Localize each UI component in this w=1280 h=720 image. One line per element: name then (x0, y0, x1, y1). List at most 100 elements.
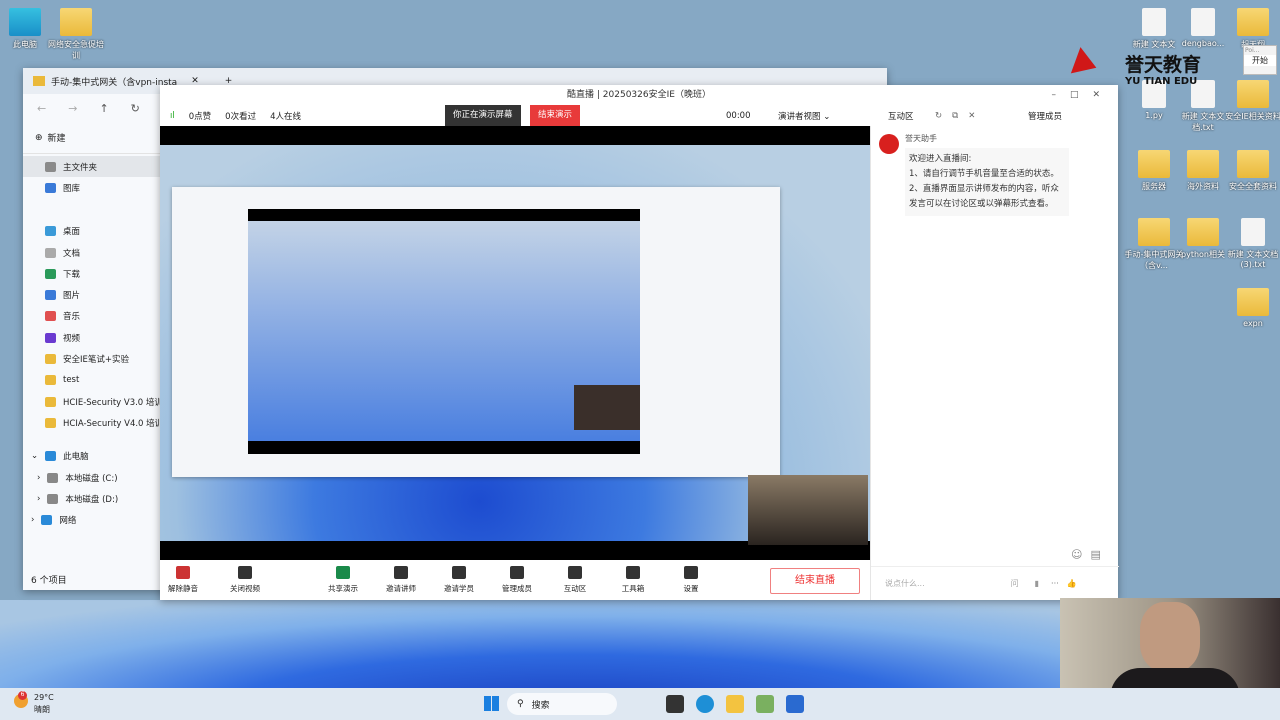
folder-icon (33, 76, 45, 86)
start-icon[interactable] (484, 696, 499, 711)
camera-icon (238, 566, 252, 579)
up-icon[interactable]: ↑ (99, 102, 108, 115)
folder-icon (1237, 8, 1269, 36)
ask-toggle[interactable]: 问 (1011, 578, 1019, 589)
end-present-button[interactable]: 结束演示 (530, 105, 581, 126)
live-window: 酷直播 | 20250326安全IE（晚班） –□✕ ıl 0点赞 0次看过 4… (160, 85, 1119, 600)
tab-manage-members[interactable]: 管理成员 (1028, 110, 1062, 122)
pc-icon (9, 8, 41, 36)
pc-icon (45, 451, 57, 462)
toolbox-button[interactable]: 工具箱 (610, 566, 656, 594)
location-icon (45, 332, 56, 343)
view-mode-select[interactable]: 演讲者视图 ⌄ (778, 110, 830, 122)
terminal-icon[interactable] (666, 695, 684, 713)
mic-muted-icon (176, 566, 190, 579)
chat-input[interactable]: 说点什么... 问 ▮ ··· 👍 (871, 566, 1119, 600)
invite-lecturer-icon (394, 566, 408, 579)
folder-icon (45, 354, 56, 365)
location-icon (45, 161, 56, 172)
folder-icon (1187, 150, 1219, 178)
close-icon[interactable]: ✕ (1092, 90, 1114, 100)
desktop-icon[interactable]: 胡天翔 (1222, 8, 1280, 50)
presenter-webcam (748, 475, 868, 545)
signal-icon: ıl (170, 110, 175, 121)
folder-icon (1187, 218, 1219, 246)
chat-panel: 誉天助手 欢迎进入直播间: 1、请自行调节手机音量至合适的状态。 2、直播界面显示讲… (870, 126, 1119, 600)
window-title: 酷直播 | 20250326安全IE（晚班） (567, 90, 711, 100)
invite-lecturer-button[interactable]: 邀请讲师 (378, 566, 424, 594)
mic-muted-button[interactable]: 解除静音 (160, 566, 206, 594)
interact-icon (568, 566, 582, 579)
chevron-right-icon: › (37, 472, 41, 483)
minimize-icon[interactable]: – (1051, 90, 1070, 100)
live-toolbar: 解除静音 关闭视频 共享演示 邀请讲师 邀请学员 管理成员 互动区 工具箱 设置 结束直播 (160, 560, 870, 600)
desktop-icon-folder[interactable]: 网络安全急促培训 (45, 8, 107, 61)
emoji-and-danmu-icons[interactable]: ☺▤ (1071, 548, 1109, 561)
forward-icon[interactable]: → (68, 102, 77, 115)
desktop-icon[interactable]: 新建 文本文档 (3).txt (1222, 218, 1280, 269)
chevron-right-icon: › (37, 493, 41, 504)
document-icon (1142, 8, 1166, 36)
nested-webcam (574, 385, 640, 430)
document-icon (1241, 218, 1265, 246)
chevron-right-icon: › (31, 515, 35, 526)
invite-student-icon (452, 566, 466, 579)
refresh-icon[interactable]: ↻ (131, 102, 140, 115)
plus-circle-icon: ⊕ (35, 132, 43, 143)
nested-window (172, 187, 780, 477)
location-icon (45, 247, 56, 258)
location-icon (45, 311, 56, 322)
taskbar: 6 29°C 晴朗 ⚲ 搜索 (0, 688, 1280, 720)
panel-controls[interactable]: ↻⧉✕ (935, 111, 985, 121)
assistant-avatar (879, 134, 899, 154)
manage-members-button[interactable]: 管理成员 (494, 566, 540, 594)
back-icon[interactable]: ← (37, 102, 46, 115)
taskbar-apps (660, 695, 810, 713)
toolbox-icon (626, 566, 640, 579)
location-icon (45, 290, 56, 301)
live-app-icon[interactable] (786, 695, 804, 713)
folder-icon (60, 8, 92, 36)
timer: 00:00 (726, 110, 751, 121)
shared-desktop (160, 145, 870, 545)
desktop-icon[interactable]: expn (1222, 288, 1280, 328)
desktop-icon[interactable]: 安全全套资料 (1222, 150, 1280, 192)
folder-icon (1237, 80, 1269, 108)
search-icon: ⚲ (517, 699, 524, 709)
network-icon (41, 515, 53, 526)
chevron-down-icon: ⌄ (31, 451, 39, 462)
camera-button[interactable]: 关闭视频 (222, 566, 268, 594)
more-icon[interactable]: ··· (1051, 579, 1059, 588)
settings-icon (684, 566, 698, 579)
shared-screen (160, 126, 870, 560)
invite-student-button[interactable]: 邀请学员 (436, 566, 482, 594)
edge-icon[interactable] (696, 695, 714, 713)
search-box[interactable]: ⚲ 搜索 (507, 693, 617, 715)
drive-icon (47, 472, 59, 483)
tab-interact[interactable]: 互动区 (888, 110, 914, 122)
share-screen-button[interactable]: 共享演示 (320, 566, 366, 594)
share-screen-icon (336, 566, 350, 579)
manage-members-icon (510, 566, 524, 579)
interact-button[interactable]: 互动区 (552, 566, 598, 594)
like-icon[interactable]: 👍 (1067, 579, 1077, 588)
file-icon[interactable]: ▮ (1035, 579, 1039, 588)
folder-icon (45, 375, 56, 386)
settings-button[interactable]: 设置 (668, 566, 714, 594)
presenting-label: 你正在演示屏幕 (445, 105, 521, 126)
app-icon[interactable] (756, 695, 774, 713)
document-icon (1191, 8, 1215, 36)
drive-icon (47, 493, 59, 504)
file-explorer-icon[interactable] (726, 695, 744, 713)
start-button[interactable]: 开始 (1244, 55, 1276, 66)
location-icon (45, 268, 56, 279)
desktop-icon[interactable]: 安全IE相关资料 (1222, 80, 1280, 122)
popup-window: Poi... 开始 (1243, 45, 1277, 75)
folder-icon (1237, 150, 1269, 178)
folder-icon (45, 396, 56, 407)
folder-icon (45, 417, 56, 428)
end-live-button[interactable]: 结束直播 (770, 568, 860, 594)
folder-icon (1138, 218, 1170, 246)
maximize-icon[interactable]: □ (1070, 90, 1093, 100)
chat-message: 欢迎进入直播间: 1、请自行调节手机音量至合适的状态。 2、直播界面显示讲师发布的内… (905, 148, 1069, 216)
